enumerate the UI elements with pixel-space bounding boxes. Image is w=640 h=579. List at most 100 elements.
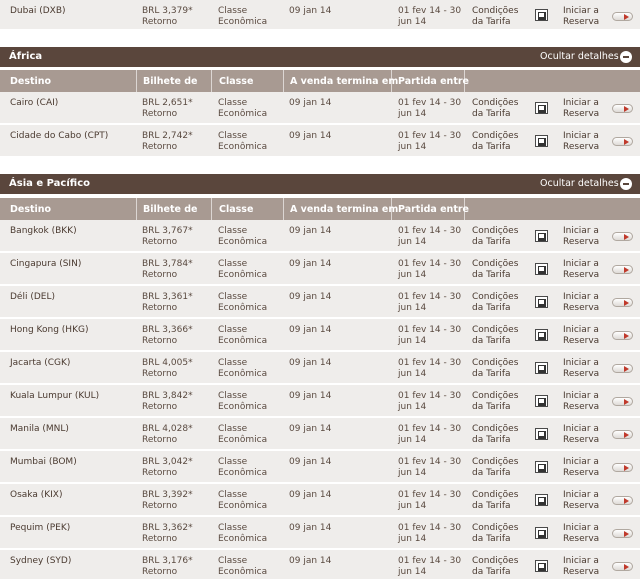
arrow-right-icon[interactable] bbox=[612, 104, 633, 113]
col-departure: Partida entre bbox=[398, 76, 469, 87]
fare-conditions-link[interactable]: Condições da Tarifa bbox=[472, 391, 518, 412]
class-line2: Econômica bbox=[218, 302, 268, 313]
fare-conditions-link[interactable]: Condições da Tarifa bbox=[472, 358, 518, 379]
fare-conditions-link[interactable]: Condições da Tarifa bbox=[472, 523, 518, 544]
departure-line2: jun 14 bbox=[398, 500, 427, 511]
external-document-icon[interactable] bbox=[535, 102, 548, 114]
arrow-right-icon[interactable] bbox=[612, 364, 633, 373]
col-divider bbox=[283, 198, 284, 220]
arrow-right-icon[interactable] bbox=[612, 232, 633, 241]
arrow-right-icon[interactable] bbox=[612, 529, 633, 538]
col-destination: Destino bbox=[10, 76, 52, 87]
sale-end-date: 09 jan 14 bbox=[289, 259, 332, 269]
fare-conditions-link[interactable]: Condições da Tarifa bbox=[472, 490, 518, 511]
col-divider bbox=[136, 198, 137, 220]
minus-circle-icon[interactable] bbox=[620, 51, 632, 63]
arrow-right-icon[interactable] bbox=[612, 496, 633, 505]
start-booking-link[interactable]: Iniciar a Reserva bbox=[563, 131, 599, 152]
sale-end-date: 09 jan 14 bbox=[289, 490, 332, 500]
fare-row: Hong Kong (HKG) BRL 3,366* Retorno Classe Ec… bbox=[0, 319, 640, 351]
arrow-right-icon[interactable] bbox=[612, 298, 633, 307]
trip-type: Retorno bbox=[142, 108, 178, 119]
col-fare: Bilhete de bbox=[143, 204, 198, 215]
external-document-icon[interactable] bbox=[535, 230, 548, 242]
arrow-right-icon[interactable] bbox=[612, 265, 633, 274]
external-document-icon[interactable] bbox=[535, 560, 548, 572]
departure-line1: 01 fev 14 - 30 bbox=[398, 424, 462, 434]
col-destination: Destino bbox=[10, 204, 52, 215]
start-booking-link[interactable]: Iniciar a Reserva bbox=[563, 457, 599, 478]
arrow-right-icon[interactable] bbox=[612, 331, 633, 340]
arrow-right-icon[interactable] bbox=[612, 463, 633, 472]
arrow-right-icon[interactable] bbox=[612, 12, 633, 21]
fare-conditions-link[interactable]: Condições da Tarifa bbox=[472, 98, 518, 119]
external-document-icon[interactable] bbox=[535, 296, 548, 308]
start-booking-link[interactable]: Iniciar a Reserva bbox=[563, 523, 599, 544]
external-document-icon[interactable] bbox=[535, 395, 548, 407]
start-booking-link[interactable]: Iniciar a Reserva bbox=[563, 6, 599, 27]
external-document-icon[interactable] bbox=[535, 461, 548, 473]
start-booking-link[interactable]: Iniciar a Reserva bbox=[563, 391, 599, 412]
start-booking-link[interactable]: Iniciar a Reserva bbox=[563, 424, 599, 445]
fare-conditions-link[interactable]: Condições da Tarifa bbox=[472, 457, 518, 478]
start-booking-link[interactable]: Iniciar a Reserva bbox=[563, 259, 599, 280]
start-booking-link[interactable]: Iniciar a Reserva bbox=[563, 358, 599, 379]
external-document-icon[interactable] bbox=[535, 428, 548, 440]
external-document-icon[interactable] bbox=[535, 329, 548, 341]
fare-conditions-link[interactable]: Condições da Tarifa bbox=[472, 6, 518, 27]
booking-line2: Reserva bbox=[563, 141, 600, 152]
minus-circle-icon[interactable] bbox=[620, 178, 632, 190]
col-divider bbox=[464, 198, 465, 220]
fare-conditions-link[interactable]: Condições da Tarifa bbox=[472, 325, 518, 346]
start-booking-link[interactable]: Iniciar a Reserva bbox=[563, 226, 599, 247]
booking-line1: Iniciar a bbox=[563, 98, 599, 108]
start-booking-link[interactable]: Iniciar a Reserva bbox=[563, 325, 599, 346]
fare-conditions-link[interactable]: Condições da Tarifa bbox=[472, 226, 518, 247]
departure-line2: jun 14 bbox=[398, 566, 427, 577]
external-document-icon[interactable] bbox=[535, 362, 548, 374]
departure-range: 01 fev 14 - 30 jun 14 bbox=[398, 259, 461, 280]
col-divider bbox=[211, 198, 212, 220]
col-sale-end: A venda termina em bbox=[290, 76, 399, 87]
fare-conditions-link[interactable]: Condições da Tarifa bbox=[472, 292, 518, 313]
trip-type: Retorno bbox=[142, 401, 178, 412]
fare-conditions-link[interactable]: Condições da Tarifa bbox=[472, 424, 518, 445]
external-document-icon[interactable] bbox=[535, 527, 548, 539]
class-value: Classe Econômica bbox=[218, 424, 267, 445]
class-line2: Econômica bbox=[218, 434, 268, 445]
fare-conditions-link[interactable]: Condições da Tarifa bbox=[472, 131, 518, 152]
departure-line2: jun 14 bbox=[398, 533, 427, 544]
arrow-right-icon[interactable] bbox=[612, 137, 633, 146]
departure-line2: jun 14 bbox=[398, 401, 427, 412]
class-line2: Econômica bbox=[218, 108, 268, 119]
conditions-line2: da Tarifa bbox=[472, 16, 511, 27]
hide-details-toggle[interactable]: Ocultar detalhes bbox=[540, 51, 619, 62]
price-amount: BRL 3,842* bbox=[142, 391, 193, 401]
start-booking-link[interactable]: Iniciar a Reserva bbox=[563, 556, 599, 577]
destination-label: Osaka (KIX) bbox=[10, 490, 63, 500]
sale-end-date: 09 jan 14 bbox=[289, 391, 332, 401]
arrow-right-icon[interactable] bbox=[612, 430, 633, 439]
arrow-right-icon[interactable] bbox=[612, 562, 633, 571]
hide-details-toggle[interactable]: Ocultar detalhes bbox=[540, 178, 619, 189]
start-booking-link[interactable]: Iniciar a Reserva bbox=[563, 292, 599, 313]
external-document-icon[interactable] bbox=[535, 9, 548, 21]
fare-conditions-link[interactable]: Condições da Tarifa bbox=[472, 556, 518, 577]
arrow-right-icon[interactable] bbox=[612, 397, 633, 406]
external-document-icon[interactable] bbox=[535, 135, 548, 147]
class-line1: Classe bbox=[218, 391, 248, 401]
start-booking-link[interactable]: Iniciar a Reserva bbox=[563, 490, 599, 511]
price-amount: BRL 2,651* bbox=[142, 98, 193, 108]
departure-line2: jun 14 bbox=[398, 467, 427, 478]
section-spacer bbox=[0, 30, 640, 47]
price-amount: BRL 3,379* bbox=[142, 6, 193, 16]
class-value: Classe Econômica bbox=[218, 98, 267, 119]
price-amount: BRL 3,362* bbox=[142, 523, 193, 533]
external-document-icon[interactable] bbox=[535, 494, 548, 506]
booking-line2: Reserva bbox=[563, 500, 600, 511]
departure-range: 01 fev 14 - 30 jun 14 bbox=[398, 292, 461, 313]
external-document-icon[interactable] bbox=[535, 263, 548, 275]
start-booking-link[interactable]: Iniciar a Reserva bbox=[563, 98, 599, 119]
price-amount: BRL 4,028* bbox=[142, 424, 193, 434]
fare-conditions-link[interactable]: Condições da Tarifa bbox=[472, 259, 518, 280]
